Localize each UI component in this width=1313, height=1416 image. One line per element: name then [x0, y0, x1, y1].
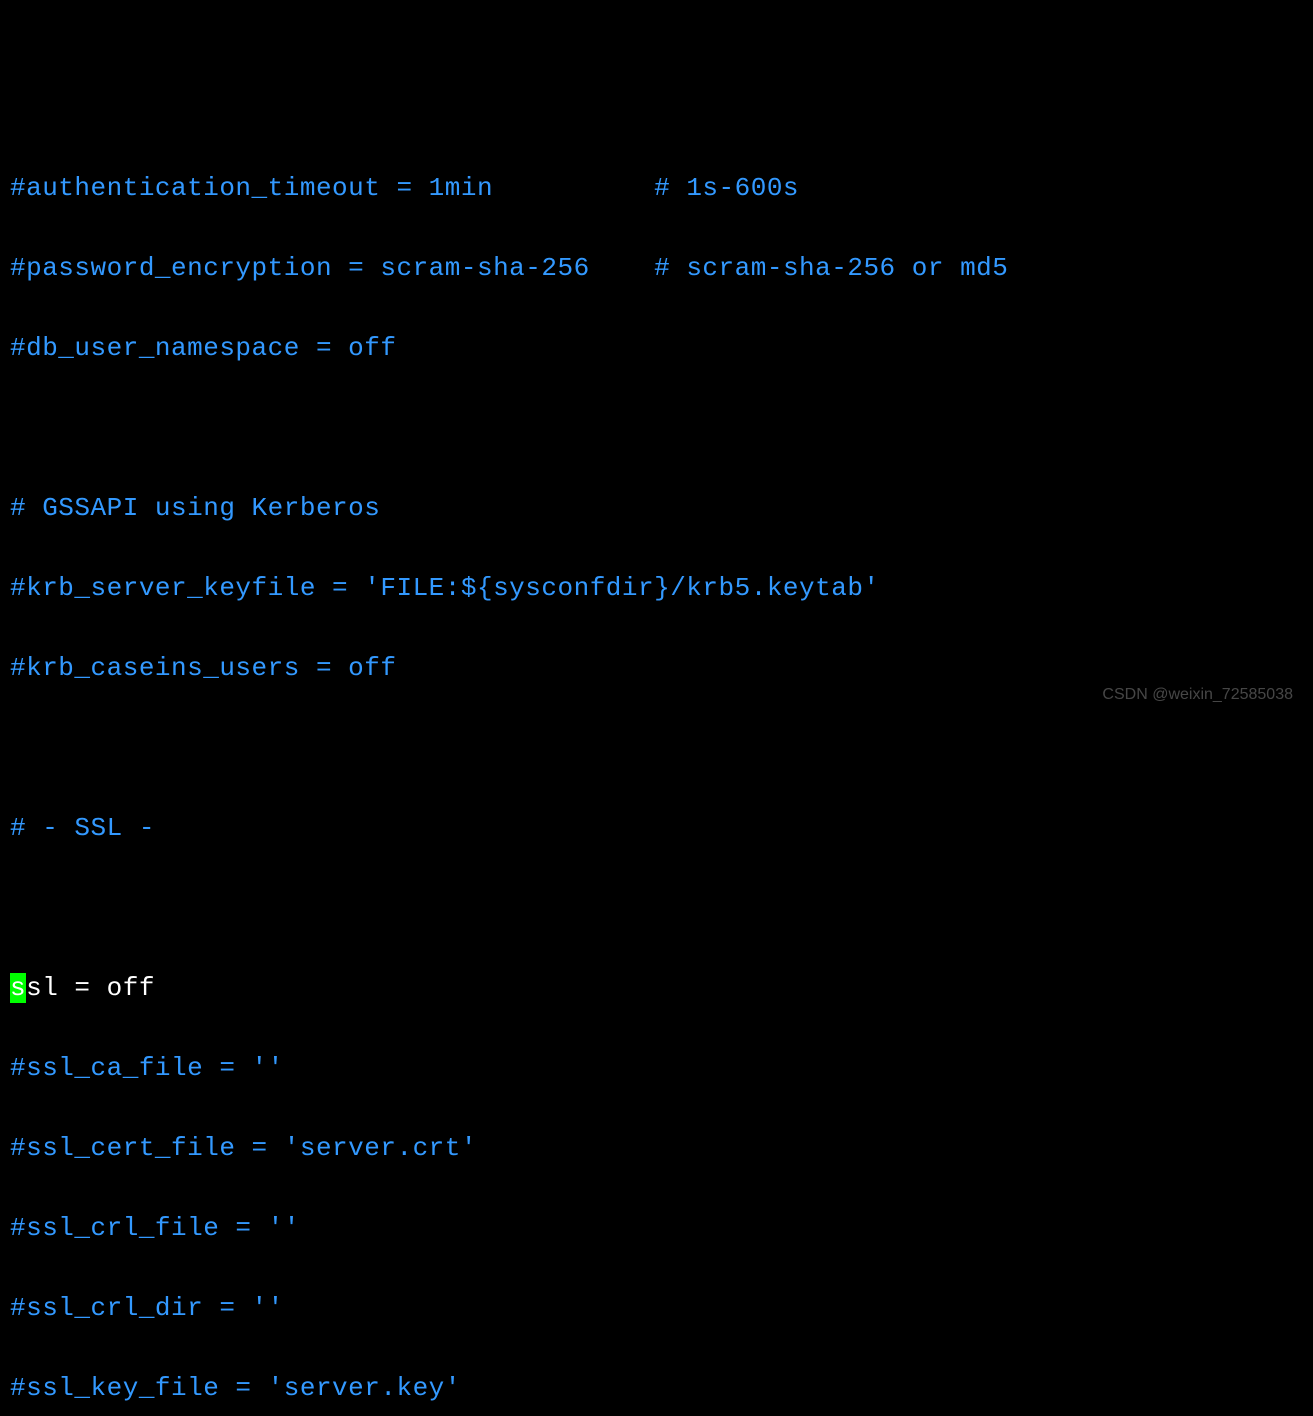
cursor[interactable]: s [10, 973, 26, 1003]
comment-text: #password_encryption = scram-sha-256 [10, 253, 590, 283]
config-line: #authentication_timeout = 1min # 1s-600s [10, 168, 1303, 208]
blank-line [10, 888, 1303, 928]
comment-text: #ssl_crl_file = '' [10, 1213, 300, 1243]
config-line: #krb_caseins_users = off [10, 648, 1303, 688]
padding [590, 253, 654, 283]
blank-line [10, 408, 1303, 448]
comment-text: # 1s-600s [654, 173, 799, 203]
comment-text: #krb_caseins_users = off [10, 653, 396, 683]
comment-text: #ssl_key_file = 'server.key' [10, 1373, 461, 1403]
config-line-active[interactable]: ssl = off [10, 968, 1303, 1008]
comment-text: # GSSAPI using Kerberos [10, 493, 380, 523]
config-line: # - SSL - [10, 808, 1303, 848]
comment-text: #ssl_cert_file = 'server.crt' [10, 1133, 477, 1163]
config-line: #ssl_crl_file = '' [10, 1208, 1303, 1248]
config-line: #krb_server_keyfile = 'FILE:${sysconfdir… [10, 568, 1303, 608]
comment-text: # - SSL - [10, 813, 155, 843]
comment-text: #krb_server_keyfile = 'FILE:${sysconfdir… [10, 573, 880, 603]
comment-text: #authentication_timeout = 1min [10, 173, 493, 203]
active-text: sl = off [26, 973, 155, 1003]
comment-text: # scram-sha-256 or md5 [654, 253, 1008, 283]
config-line: #db_user_namespace = off [10, 328, 1303, 368]
config-line: #ssl_key_file = 'server.key' [10, 1368, 1303, 1408]
watermark: CSDN @weixin_72585038 [1102, 686, 1293, 704]
config-line: #ssl_cert_file = 'server.crt' [10, 1128, 1303, 1168]
comment-text: #ssl_ca_file = '' [10, 1053, 284, 1083]
config-line: #ssl_ca_file = '' [10, 1048, 1303, 1088]
config-line: #password_encryption = scram-sha-256 # s… [10, 248, 1303, 288]
padding [493, 173, 654, 203]
blank-line [10, 728, 1303, 768]
comment-text: #db_user_namespace = off [10, 333, 396, 363]
config-line: #ssl_crl_dir = '' [10, 1288, 1303, 1328]
config-line: # GSSAPI using Kerberos [10, 488, 1303, 528]
comment-text: #ssl_crl_dir = '' [10, 1293, 284, 1323]
